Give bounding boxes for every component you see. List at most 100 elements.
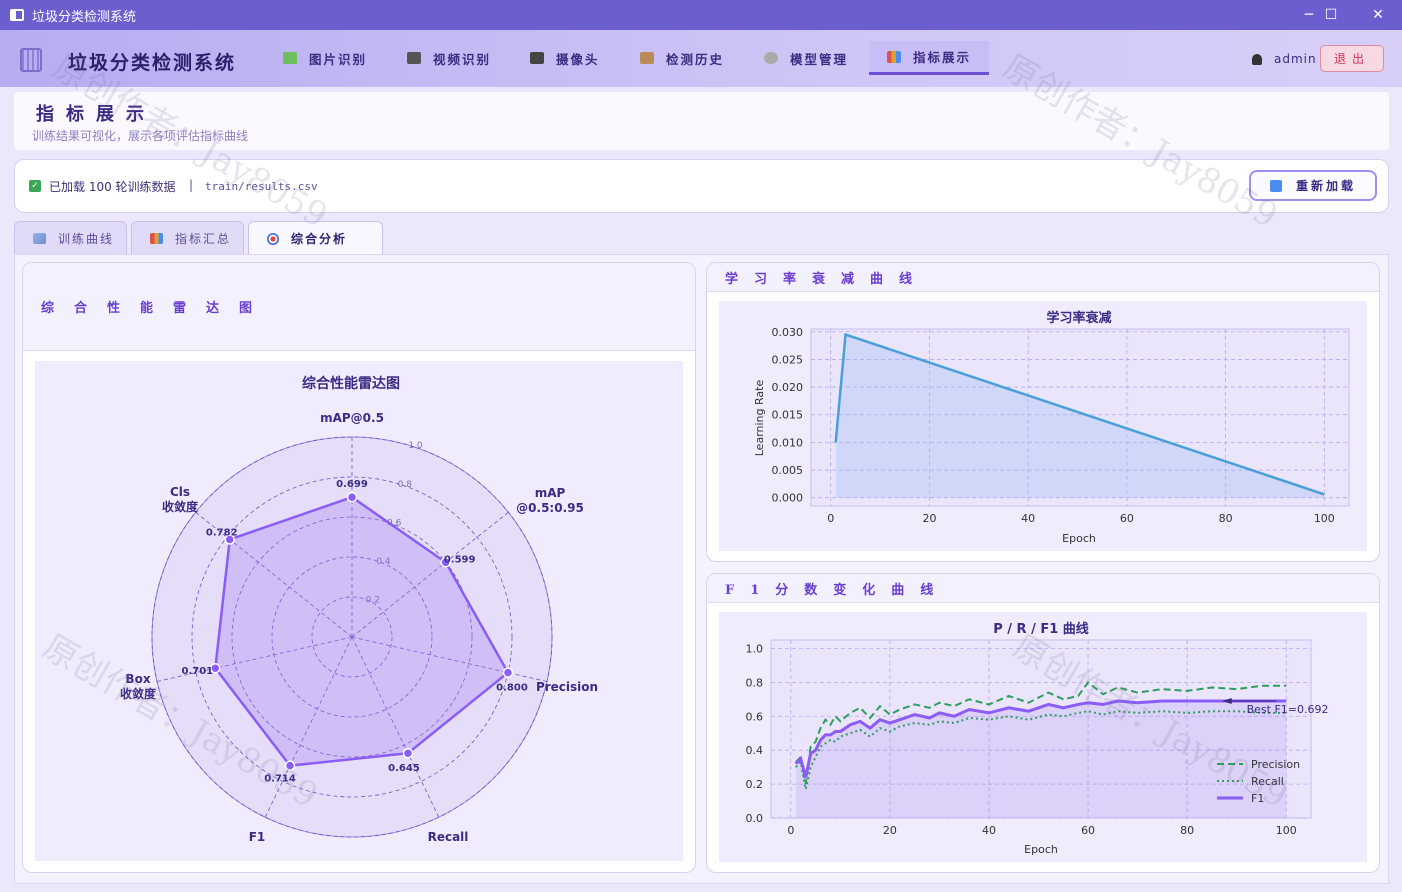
- x-tick-label: 40: [1021, 512, 1035, 525]
- radar-ring-label: 0.8: [398, 480, 413, 490]
- radar-point: [402, 747, 414, 759]
- nav-model-management[interactable]: 模型管理: [764, 41, 848, 75]
- nav-camera[interactable]: 摄像头: [530, 41, 600, 75]
- radar-axis-label: @0.5:0.95: [516, 501, 584, 515]
- window-titlebar: 垃圾分类检测系统 ─ ☐ ✕: [0, 0, 1402, 30]
- target-icon: [267, 232, 279, 245]
- legend-label: Precision: [1251, 758, 1300, 771]
- y-tick-label: 0.015: [772, 409, 804, 422]
- radar-axis-label: F1: [249, 830, 266, 844]
- nav-label: 摄像头: [556, 51, 600, 67]
- reload-button[interactable]: 重新加载: [1249, 170, 1377, 201]
- y-tick-label: 0.025: [772, 353, 804, 366]
- status-separator: |: [189, 178, 194, 192]
- page-subtitle: 训练结果可视化，展示各项评估指标曲线: [32, 129, 249, 143]
- tab-metrics-summary[interactable]: 指标汇总: [131, 221, 244, 254]
- radar-axis-label: Box: [125, 672, 150, 686]
- nav-label: 模型管理: [790, 51, 849, 67]
- maximize-button[interactable]: ☐: [1308, 0, 1354, 30]
- x-tick-label: 100: [1314, 512, 1335, 525]
- lr-xlabel: Epoch: [1062, 532, 1096, 545]
- x-tick-label: 60: [1120, 512, 1134, 525]
- tab-label: 综合分析: [291, 232, 348, 246]
- lr-chart-title: 学习率衰减: [1046, 310, 1111, 326]
- radar-point: [502, 667, 514, 678]
- line-chart-icon: [33, 232, 46, 244]
- nav-label: 视频识别: [433, 51, 492, 67]
- clipboard-icon: [640, 52, 654, 64]
- tab-training-curves[interactable]: 训练曲线: [14, 221, 127, 254]
- x-tick-label: 80: [1219, 512, 1233, 525]
- radar-axis-label: 收敛度: [120, 686, 157, 701]
- status-text: 已加载 100 轮训练数据: [49, 180, 176, 194]
- f1-plot-area: P / R / F1 曲线 Epoch 0 20 40 60 80 100 0.0 0.2 0.…: [719, 612, 1367, 862]
- user-info: admin: [1252, 52, 1317, 66]
- x-tick-label: 20: [883, 824, 897, 837]
- results-file-path: train/results.csv: [205, 180, 318, 193]
- window-title: 垃圾分类检测系统: [32, 9, 137, 25]
- nav-metrics-display[interactable]: 指标展示: [869, 41, 990, 75]
- prf1-chart-title: P / R / F1 曲线: [993, 621, 1089, 637]
- legend-label: Recall: [1251, 775, 1284, 788]
- radar-chart: 综合性能雷达图 0.20.40.60.81.00.6990.5990.8000.…: [120, 375, 598, 844]
- radar-axis-label: Recall: [428, 830, 469, 844]
- y-tick-label: 0.8: [746, 676, 764, 689]
- radar-value-label: 0.599: [444, 554, 476, 565]
- best-f1-annotation: Best F1=0.692: [1247, 703, 1329, 716]
- f1-panel-title: F1分数变化曲线: [707, 574, 1379, 603]
- radar-ring-label: 1.0: [408, 441, 423, 451]
- tab-comprehensive-analysis[interactable]: 综合分析: [248, 221, 383, 255]
- lr-panel: 学习率衰减曲线 学习率衰减 Epoch Learning Rate 0 20 40 6…: [706, 262, 1380, 562]
- page-title: 指标展示: [36, 104, 156, 125]
- user-icon: [1252, 53, 1262, 65]
- tab-label: 指标汇总: [175, 231, 232, 246]
- data-status-bar: ✓ 已加载 100 轮训练数据 | train/results.csv 重新加载: [14, 159, 1389, 213]
- x-tick-label: 100: [1276, 824, 1297, 837]
- radar-point: [284, 760, 296, 771]
- gear-icon: [764, 52, 778, 64]
- nav-image-recognition[interactable]: 图片识别: [283, 41, 367, 75]
- y-tick-label: 0.000: [772, 492, 804, 505]
- y-tick-label: 0.010: [772, 436, 804, 449]
- logout-button[interactable]: 退出: [1320, 45, 1384, 72]
- refresh-icon: [1269, 179, 1282, 192]
- radar-panel-title: 综合性能雷达图: [23, 263, 695, 351]
- page-header: 指标展示 训练结果可视化，展示各项评估指标曲线: [14, 92, 1389, 150]
- close-button[interactable]: ✕: [1355, 0, 1401, 30]
- nav-detection-history[interactable]: 检测历史: [640, 41, 724, 75]
- radar-value-label: 0.714: [264, 774, 296, 785]
- radar-axis-label: mAP: [535, 486, 566, 500]
- radar-point: [346, 491, 358, 503]
- nav-video-recognition[interactable]: 视频识别: [407, 41, 491, 75]
- prf1-chart: P / R / F1 曲线 Epoch 0 20 40 60 80 100 0.0 0.2 0.…: [746, 621, 1329, 856]
- x-tick-label: 20: [922, 512, 936, 525]
- check-icon: ✓: [29, 180, 41, 192]
- radar-value-label: 0.782: [206, 527, 238, 538]
- x-tick-label: 0: [827, 512, 834, 525]
- prf1-xlabel: Epoch: [1024, 843, 1058, 856]
- y-tick-label: 0.4: [746, 744, 764, 757]
- x-tick-label: 80: [1180, 824, 1194, 837]
- radar-chart-title: 综合性能雷达图: [302, 375, 400, 392]
- radar-value-label: 0.701: [181, 666, 213, 677]
- y-tick-label: 0.030: [772, 326, 804, 339]
- x-tick-label: 40: [982, 824, 996, 837]
- x-tick-label: 0: [787, 824, 794, 837]
- radar-value-label: 0.645: [388, 763, 420, 774]
- radar-axis-label: Cls: [170, 485, 190, 499]
- nav-label: 指标展示: [913, 50, 972, 65]
- radar-plot-area: 综合性能雷达图 0.20.40.60.81.00.6990.5990.8000.…: [35, 361, 683, 861]
- lr-panel-title: 学习率衰减曲线: [707, 263, 1379, 292]
- radar-value-label: 0.699: [336, 479, 368, 490]
- bar-chart-icon: [150, 232, 163, 244]
- film-icon: [407, 52, 421, 64]
- username: admin: [1274, 52, 1317, 66]
- y-tick-label: 0.6: [746, 710, 764, 723]
- app-icon: [10, 9, 24, 21]
- trash-bin-logo-icon: [20, 48, 42, 72]
- legend-label: F1: [1251, 792, 1264, 805]
- camera-icon: [530, 52, 544, 64]
- top-navbar: 垃圾分类检测系统 图片识别 视频识别 摄像头 检测历史 模型管理 指标展示: [0, 30, 1402, 87]
- bar-chart-icon: [887, 50, 901, 63]
- nav-label: 图片识别: [309, 51, 368, 67]
